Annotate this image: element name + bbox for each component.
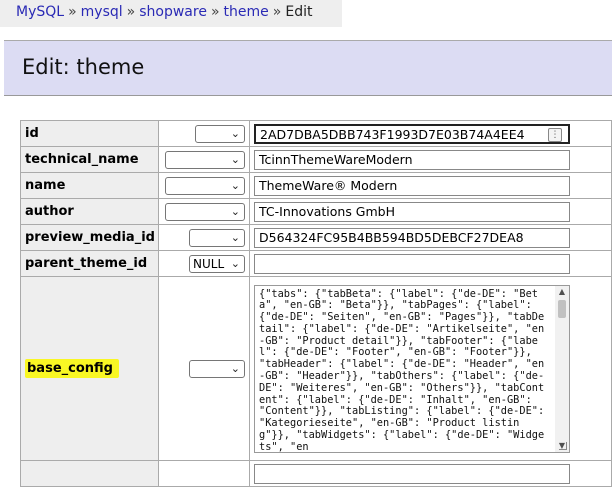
function-select-value: NULL — [193, 256, 225, 271]
field-name-id: id — [20, 120, 159, 147]
value-text: 2AD7DBA5DBB743F1993D7E03B74A4EE4 — [260, 126, 525, 142]
field-name-parent-theme-id: parent_theme_id — [20, 250, 159, 277]
function-select-base-config[interactable]: ⌄ — [189, 359, 245, 378]
function-select-id[interactable]: ⌄ — [195, 124, 245, 143]
chevron-down-icon: ⌄ — [230, 152, 240, 166]
table-row: author ⌄ TC-Innovations GmbH — [20, 198, 612, 225]
breadcrumb: MySQL» mysql» shopware» theme» Edit — [0, 0, 342, 27]
breadcrumb-separator: » — [126, 4, 136, 20]
scroll-up-icon[interactable]: ▲ — [555, 286, 569, 298]
function-select-author[interactable]: ⌄ — [165, 202, 245, 221]
value-input-next[interactable] — [254, 463, 570, 484]
password-manager-icon[interactable]: ⋮ — [548, 127, 562, 142]
textarea-content: {"tabs": {"tabBeta": {"label": {"de-DE":… — [259, 287, 551, 453]
field-name-base-config: base_config — [20, 276, 159, 461]
table-row: name ⌄ ThemeWare® Modern — [20, 172, 612, 199]
value-input-preview-media-id[interactable]: D564324FC95B4BB594BD5DEBCF27DEA8 — [254, 227, 570, 248]
table-row: id ⌄ 2AD7DBA5DBB743F1993D7E03B74A4EE4 ⋮ — [20, 120, 612, 147]
breadcrumb-link-database-shopware[interactable]: shopware — [139, 4, 207, 20]
breadcrumb-separator: » — [272, 4, 282, 20]
page-title: Edit: theme — [4, 40, 612, 96]
value-input-technical-name[interactable]: TcinnThemeWareModern — [254, 149, 570, 170]
value-input-author[interactable]: TC-Innovations GmbH — [254, 201, 570, 222]
highlight-marker: base_config — [25, 359, 119, 378]
function-select-parent-theme-id[interactable]: NULL ⌄ — [189, 254, 245, 273]
value-input-name[interactable]: ThemeWare® Modern — [254, 175, 570, 196]
breadcrumb-separator: » — [210, 4, 220, 20]
field-name-preview-media-id: preview_media_id — [20, 224, 159, 251]
edit-form-table: id ⌄ 2AD7DBA5DBB743F1993D7E03B74A4EE4 ⋮ t… — [20, 120, 612, 487]
chevron-down-icon: ⌄ — [230, 256, 240, 270]
breadcrumb-current: Edit — [285, 4, 313, 20]
chevron-down-icon: ⌄ — [230, 230, 240, 244]
resize-grip-icon[interactable] — [559, 441, 567, 450]
value-input-id[interactable]: 2AD7DBA5DBB743F1993D7E03B74A4EE4 ⋮ — [254, 123, 570, 144]
value-input-parent-theme-id[interactable] — [254, 253, 570, 274]
table-row: technical_name ⌄ TcinnThemeWareModern — [20, 146, 612, 173]
table-row: parent_theme_id NULL ⌄ — [20, 250, 612, 277]
breadcrumb-link-mysql-server[interactable]: MySQL — [16, 4, 64, 20]
scrollbar-thumb[interactable] — [558, 299, 566, 318]
table-row: preview_media_id ⌄ D564324FC95B4BB594BD5… — [20, 224, 612, 251]
chevron-down-icon: ⌄ — [230, 204, 240, 218]
breadcrumb-link-table-theme[interactable]: theme — [224, 4, 269, 20]
breadcrumb-separator: » — [68, 4, 77, 20]
value-textarea-base-config[interactable]: {"tabs": {"tabBeta": {"label": {"de-DE":… — [254, 284, 570, 453]
chevron-down-icon: ⌄ — [230, 178, 240, 192]
function-select-technical-name[interactable]: ⌄ — [165, 150, 245, 169]
chevron-down-icon: ⌄ — [230, 126, 240, 140]
function-select-preview-media-id[interactable]: ⌄ — [189, 228, 245, 247]
table-row: base_config ⌄ {"tabs": {"tabBeta": {"lab… — [20, 276, 612, 461]
field-name-author: author — [20, 198, 159, 225]
field-name-technical-name: technical_name — [20, 146, 159, 173]
textarea-scrollbar[interactable]: ▲ ▼ — [555, 285, 569, 452]
field-name-name: name — [20, 172, 159, 199]
function-select-name[interactable]: ⌄ — [165, 176, 245, 195]
chevron-down-icon: ⌄ — [230, 361, 240, 375]
breadcrumb-link-database-mysql[interactable]: mysql — [81, 4, 123, 20]
